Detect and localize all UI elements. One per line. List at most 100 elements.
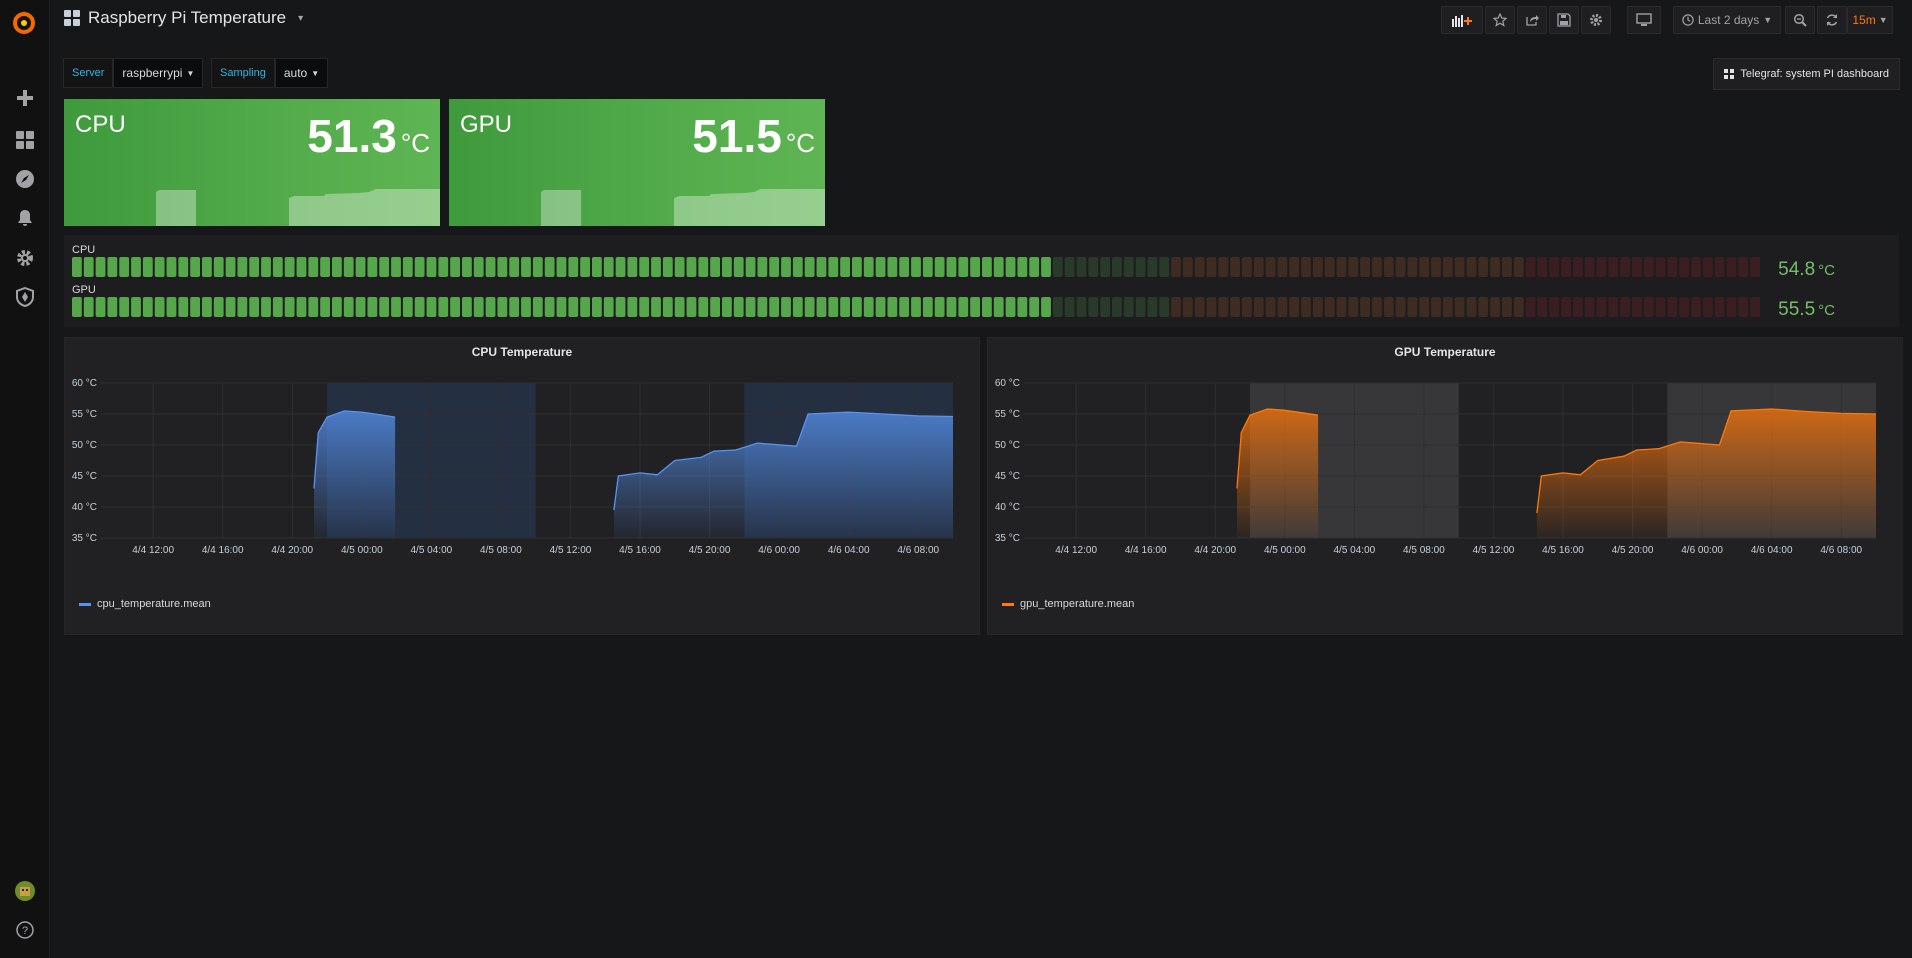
gauge-cell bbox=[1407, 257, 1418, 277]
gauge-cell bbox=[781, 257, 791, 277]
gauge-cell bbox=[142, 257, 153, 277]
caret-down-icon: ▾ bbox=[298, 12, 304, 24]
gauge-cell bbox=[828, 257, 839, 277]
gauge-cell bbox=[485, 297, 496, 317]
gauge-cell bbox=[982, 257, 992, 277]
caret-down-icon: ▼ bbox=[186, 68, 195, 78]
gauge-cell bbox=[970, 297, 980, 317]
gauge-cell bbox=[1253, 297, 1264, 317]
gauge-cell bbox=[1017, 257, 1028, 277]
configuration-gear-icon[interactable] bbox=[0, 240, 49, 276]
gauge-cell bbox=[462, 257, 472, 277]
side-menu: ? bbox=[0, 0, 50, 958]
zoom-out-button[interactable] bbox=[1785, 6, 1815, 34]
legend-item-gpu[interactable]: gpu_temperature.mean bbox=[1002, 598, 1134, 610]
share-button[interactable] bbox=[1517, 6, 1547, 34]
gauge-cell bbox=[1289, 257, 1300, 277]
gauge-cell bbox=[1655, 297, 1666, 317]
dashboard-link[interactable]: Telegraf: system PI dashboard bbox=[1713, 58, 1900, 90]
gauge-cell bbox=[261, 297, 271, 317]
star-button[interactable] bbox=[1485, 6, 1515, 34]
stat-panel-gpu[interactable]: GPU 51.5 °C bbox=[449, 99, 825, 226]
help-icon[interactable]: ? bbox=[0, 912, 49, 948]
bar-gauge-panel[interactable]: CPU 54.8 °C GPU 55.5 °C bbox=[64, 235, 1899, 327]
gauge-cell bbox=[225, 297, 236, 317]
graph-panel-cpu[interactable]: CPU Temperature 35 °C 40 °C 45 °C 50 °C 55 °… bbox=[64, 337, 980, 635]
gauge-cell bbox=[627, 257, 638, 277]
gauge-cell bbox=[1171, 257, 1181, 277]
gauge-cell bbox=[1206, 297, 1217, 317]
gauge-cell bbox=[1088, 297, 1099, 317]
gauge-cell bbox=[970, 257, 980, 277]
y-tick-label: 45 °C bbox=[72, 471, 97, 482]
gauge-cell bbox=[142, 297, 153, 317]
gauge-cell bbox=[1324, 297, 1335, 317]
gauge-cell bbox=[1194, 257, 1205, 277]
gauge-cell bbox=[580, 297, 590, 317]
alerting-bell-icon[interactable] bbox=[0, 200, 49, 236]
navbar: Raspberry Pi Temperature ▾ Last 2 days ▼… bbox=[49, 0, 1912, 40]
gauge-cell bbox=[1112, 297, 1122, 317]
refresh-interval-picker[interactable]: 15m ▼ bbox=[1847, 6, 1893, 34]
gauge-cell bbox=[1230, 257, 1240, 277]
refresh-button[interactable] bbox=[1817, 6, 1847, 34]
gauge-cell bbox=[1442, 257, 1453, 277]
gauge-cell bbox=[1395, 257, 1406, 277]
variable-dropdown-server[interactable]: raspberrypi ▼ bbox=[113, 58, 204, 88]
create-plus-icon[interactable] bbox=[0, 80, 49, 116]
gauge-cell bbox=[733, 297, 744, 317]
grafana-logo-icon[interactable] bbox=[8, 6, 40, 38]
time-range-picker[interactable]: Last 2 days ▼ bbox=[1673, 6, 1781, 34]
save-icon bbox=[1557, 13, 1571, 27]
gauge-cell bbox=[1395, 297, 1406, 317]
gauge-cell bbox=[296, 257, 307, 277]
gauge-cell bbox=[426, 297, 437, 317]
gauge-cell bbox=[438, 297, 449, 317]
user-avatar[interactable] bbox=[0, 873, 49, 909]
stat-unit-gpu: °C bbox=[785, 128, 815, 158]
gauge-cell bbox=[166, 297, 177, 317]
graph-title-cpu: CPU Temperature bbox=[471, 345, 573, 359]
gauge-cell bbox=[1714, 257, 1725, 277]
legend-swatch-gpu bbox=[1002, 602, 1014, 606]
x-tick-label: 4/6 08:00 bbox=[1820, 545, 1862, 556]
gauge-cell bbox=[1691, 257, 1701, 277]
x-tick-label: 4/5 08:00 bbox=[1403, 545, 1445, 556]
series-area bbox=[314, 410, 396, 538]
gauge-cell bbox=[119, 257, 130, 277]
graph-panel-gpu[interactable]: GPU Temperature 35 °C 40 °C 45 °C 50 °C 55 °… bbox=[987, 337, 1903, 635]
caret-down-icon: ▼ bbox=[1878, 15, 1888, 25]
server-admin-shield-icon[interactable] bbox=[0, 279, 49, 315]
gauge-cell bbox=[1017, 297, 1028, 317]
legend-item-cpu[interactable]: cpu_temperature.mean bbox=[79, 598, 211, 610]
dashboard-grid-icon bbox=[64, 10, 80, 26]
add-panel-button[interactable] bbox=[1441, 6, 1483, 34]
gauge-cell bbox=[1584, 297, 1595, 317]
gauge-cell bbox=[1041, 297, 1051, 317]
dashboard-title-picker[interactable]: Raspberry Pi Temperature ▾ bbox=[64, 8, 303, 28]
gauge-cell bbox=[1360, 257, 1370, 277]
gauge-cell bbox=[1383, 297, 1394, 317]
gauge-cell bbox=[426, 257, 437, 277]
gauge-cell bbox=[332, 297, 342, 317]
dashboard-settings-button[interactable] bbox=[1581, 6, 1611, 34]
variable-dropdown-sampling[interactable]: auto ▼ bbox=[274, 58, 329, 88]
y-tick-label: 35 °C bbox=[995, 533, 1020, 544]
stat-panel-cpu[interactable]: CPU 51.3 °C bbox=[64, 99, 440, 226]
save-button[interactable] bbox=[1549, 6, 1579, 34]
gauge-cell bbox=[1572, 257, 1583, 277]
stat-title-cpu: CPU bbox=[75, 111, 126, 138]
gauge-cell bbox=[1336, 257, 1347, 277]
explore-compass-icon[interactable] bbox=[0, 161, 49, 197]
gauge-cell bbox=[1112, 257, 1122, 277]
gauge-cell bbox=[320, 257, 330, 277]
gauge-cell bbox=[1407, 297, 1418, 317]
gauge-cell bbox=[367, 297, 378, 317]
gauge-cell bbox=[934, 297, 945, 317]
refresh-interval-label: 15m bbox=[1852, 13, 1876, 27]
gauge-cell bbox=[1714, 297, 1725, 317]
gauge-cell bbox=[1277, 257, 1288, 277]
dashboards-icon[interactable] bbox=[0, 122, 49, 158]
gauge-cell bbox=[651, 297, 661, 317]
cycle-view-mode-button[interactable] bbox=[1627, 6, 1661, 34]
